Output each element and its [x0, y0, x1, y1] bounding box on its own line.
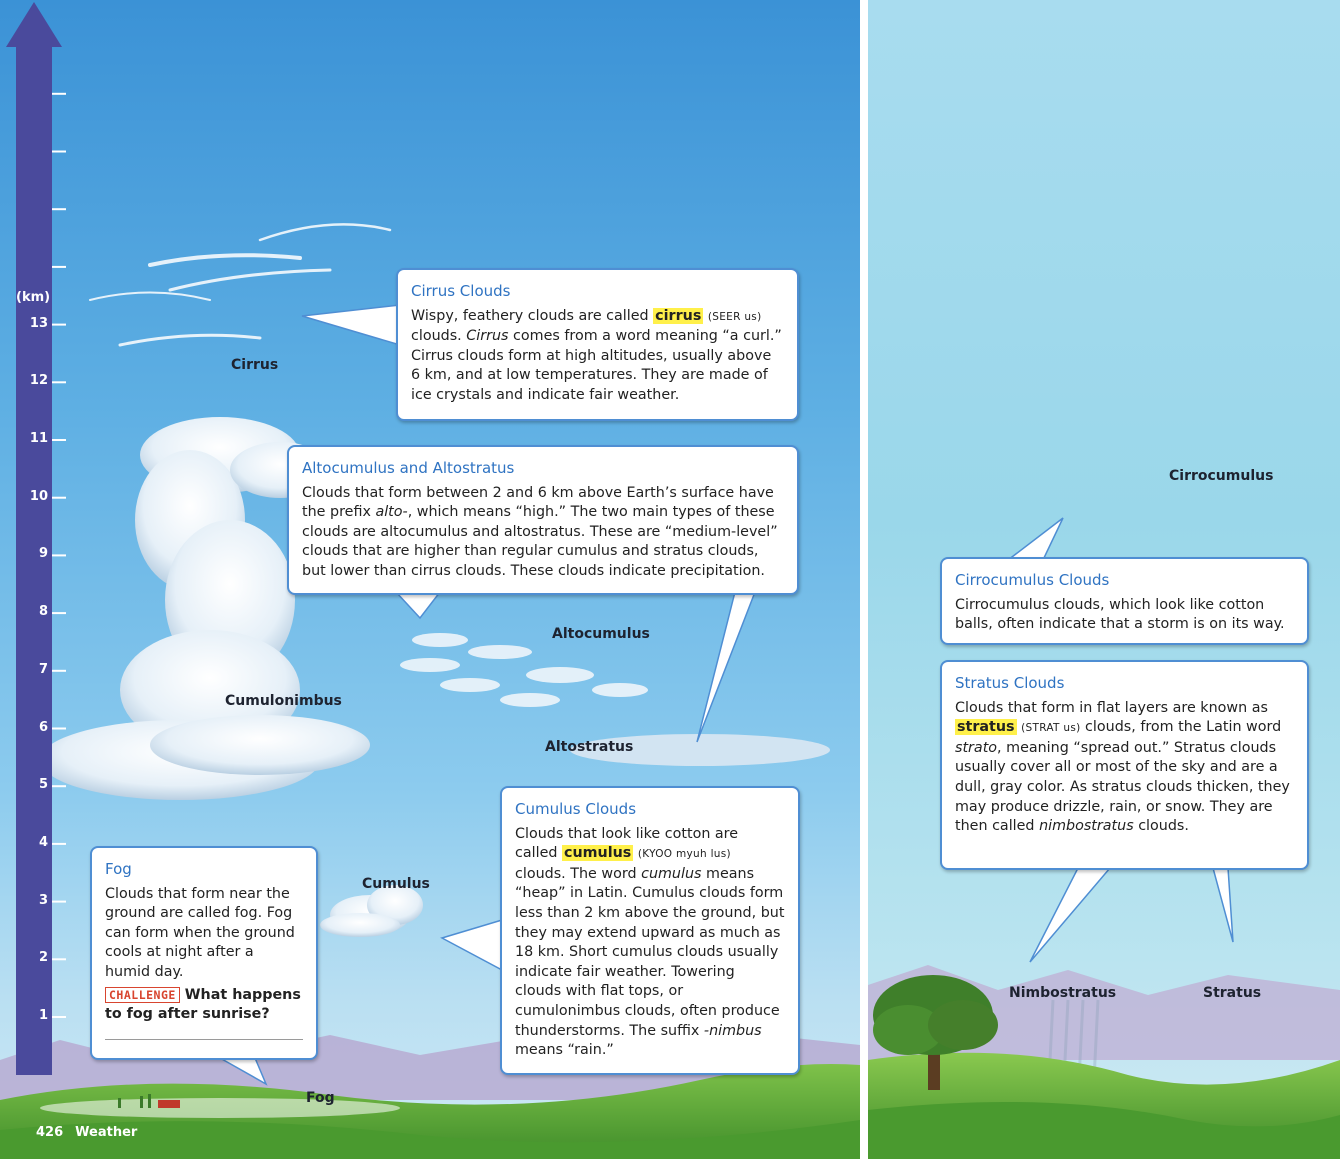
- label-cumulus: Cumulus: [362, 876, 430, 892]
- label-altostratus: Altostratus: [545, 739, 634, 755]
- label-fog: Fog: [306, 1090, 335, 1106]
- label-altocumulus: Altocumulus: [552, 626, 650, 642]
- axis-tick-label: 12: [29, 373, 48, 389]
- page-number: 426: [36, 1125, 64, 1140]
- pronunciation-cirrus: (SEER us): [707, 310, 762, 323]
- fog-box: Fog Clouds that form near the ground are…: [90, 846, 318, 1060]
- page-footer: 426 Weather: [36, 1125, 149, 1140]
- pronunciation-stratus: (STRAT us): [1021, 722, 1081, 735]
- axis-tick-label: 7: [38, 661, 48, 677]
- altocumulus-altostratus-box: Altocumulus and Altostratus Clouds that …: [287, 445, 799, 595]
- axis-tick-label: 13: [29, 315, 48, 331]
- label-cumulonimbus: Cumulonimbus: [225, 693, 342, 709]
- axis-tick-label: 3: [38, 892, 48, 908]
- axis-unit-label: (km): [16, 290, 51, 305]
- axis-tick-label: 9: [38, 546, 48, 562]
- axis-tick-label: 8: [38, 604, 48, 620]
- label-stratus: Stratus: [1203, 985, 1262, 1001]
- label-cirrus: Cirrus: [231, 357, 279, 373]
- altocumulus-altostratus-text: Clouds that form between 2 and 6 km abov…: [302, 484, 778, 579]
- altocumulus-altostratus-title: Altocumulus and Altostratus: [302, 459, 515, 477]
- cumulus-cloud-illustration: [320, 885, 423, 937]
- cumulus-clouds-box: Cumulus Clouds Clouds that look like cot…: [500, 786, 800, 1075]
- section-title: Weather: [75, 1125, 138, 1140]
- cirrus-clouds-text: Wispy, feathery clouds are called cirrus…: [411, 307, 782, 403]
- cirrocumulus-clouds-box: Cirrocumulus Clouds Cirrocumulus clouds,…: [940, 557, 1309, 645]
- stratus-clouds-title: Stratus Clouds: [955, 674, 1065, 692]
- altocumulus-cloud-illustration: [400, 633, 648, 707]
- challenge-badge: CHALLENGE: [105, 986, 180, 1003]
- fog-text: Clouds that form near the ground are cal…: [105, 885, 295, 980]
- stratus-clouds-text: Clouds that form in flat layers are know…: [955, 699, 1290, 835]
- stratus-clouds-box: Stratus Clouds Clouds that form in flat …: [940, 660, 1309, 870]
- fog-title: Fog: [105, 860, 132, 878]
- axis-tick-label: 4: [38, 834, 48, 850]
- axis-tick-label: 6: [38, 719, 48, 735]
- answer-line[interactable]: [105, 1039, 303, 1040]
- cirrocumulus-clouds-text: Cirrocumulus clouds, which look like cot…: [955, 596, 1285, 633]
- right-page: Cirrocumulus Nimbostratus Stratus Cirroc…: [868, 0, 1340, 1159]
- cirrus-clouds-box: Cirrus Clouds Wispy, feathery clouds are…: [396, 268, 799, 421]
- axis-tick-marks: [52, 92, 66, 1018]
- axis-tick-label: 2: [38, 950, 48, 966]
- challenge-question: CHALLENGE What happens to fog after sunr…: [105, 986, 301, 1023]
- cirrocumulus-clouds-title: Cirrocumulus Clouds: [955, 571, 1110, 589]
- cirrus-clouds-title: Cirrus Clouds: [411, 282, 511, 300]
- left-page: (km) 1 2 3 4 5 6 7 8 9 10 11 12 13 Cirrus Cumulonimb…: [0, 0, 860, 1159]
- cumulus-clouds-text: Clouds that look like cotton are called …: [515, 825, 785, 1059]
- cumulus-clouds-title: Cumulus Clouds: [515, 800, 637, 818]
- fog-illustration: [40, 1098, 400, 1118]
- axis-tick-label: 10: [29, 488, 48, 504]
- pronunciation-cumulus: (KYOO myuh lus): [637, 848, 731, 861]
- term-stratus: stratus: [955, 719, 1017, 736]
- altitude-axis: [6, 2, 62, 1075]
- axis-tick-label: 5: [38, 777, 48, 793]
- label-cirrocumulus: Cirrocumulus: [1169, 468, 1274, 484]
- axis-tick-label: 11: [29, 431, 48, 446]
- term-cirrus: cirrus: [653, 307, 704, 324]
- label-nimbostratus: Nimbostratus: [1009, 985, 1117, 1001]
- term-cumulus: cumulus: [561, 845, 634, 862]
- axis-tick-label: 1: [38, 1008, 48, 1023]
